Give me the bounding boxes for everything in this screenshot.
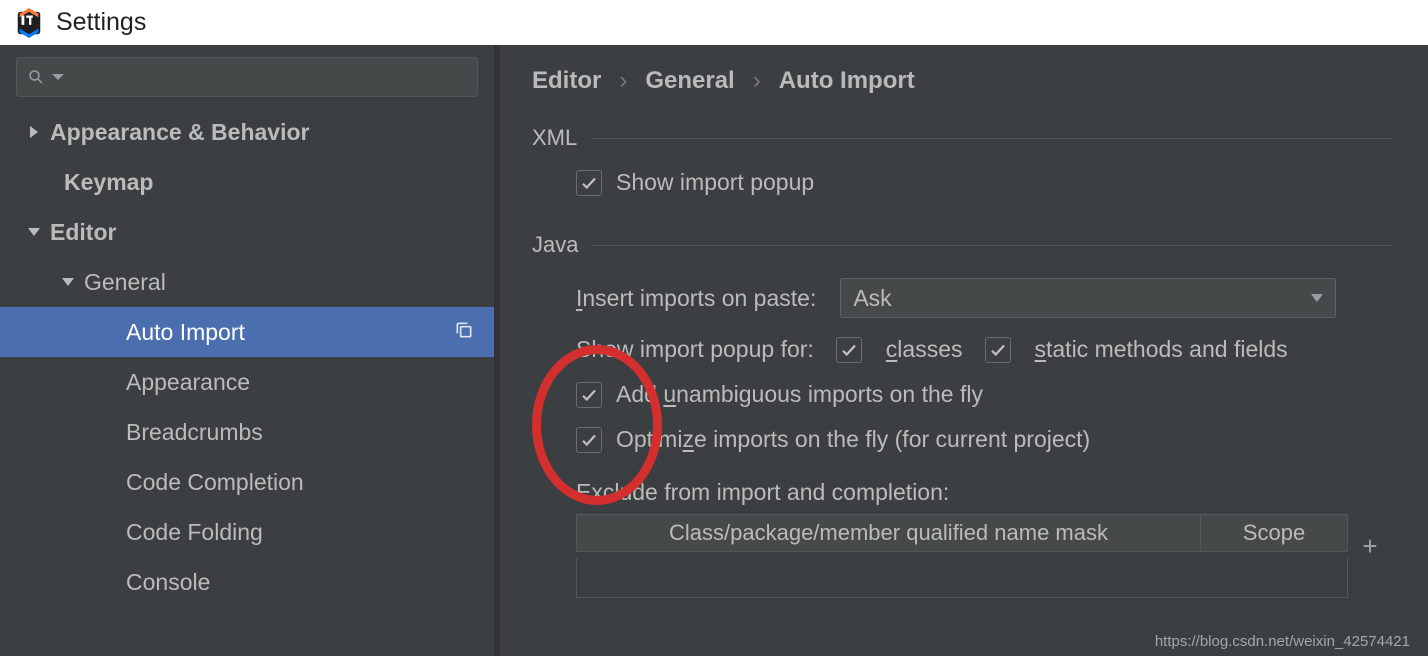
sidebar-item-code-folding[interactable]: Code Folding	[0, 507, 494, 557]
sidebar-item-label: Appearance	[126, 369, 250, 396]
static-label: static methods and fields	[1035, 336, 1288, 363]
sidebar-item-code-completion[interactable]: Code Completion	[0, 457, 494, 507]
sidebar-item-label: General	[84, 269, 166, 296]
exclude-table: Class/package/member qualified name mask…	[576, 514, 1392, 558]
sidebar-item-label: Breadcrumbs	[126, 419, 263, 446]
xml-show-import-popup-row: Show import popup	[532, 169, 1392, 196]
insert-imports-row: Insert imports on paste: Ask	[532, 278, 1392, 318]
show-popup-for-label: Show import popup for:	[576, 336, 814, 363]
check-icon	[580, 431, 598, 449]
breadcrumb-auto-import: Auto Import	[779, 67, 915, 95]
insert-imports-select[interactable]: Ask	[840, 278, 1336, 318]
app-icon	[14, 8, 44, 38]
breadcrumb-general[interactable]: General	[645, 67, 734, 95]
classes-check-wrap: classes	[836, 336, 963, 363]
add-unambiguous-label: Add unambiguous imports on the fly	[616, 381, 983, 408]
section-label: XML	[532, 125, 577, 151]
add-button[interactable]: +	[1348, 524, 1392, 568]
check-icon	[580, 386, 598, 404]
divider	[591, 138, 1392, 139]
sidebar-item-label: Keymap	[64, 169, 153, 196]
sidebar-item-label: Appearance & Behavior	[50, 119, 309, 146]
sidebar-item-auto-import[interactable]: Auto Import	[0, 307, 494, 357]
chevron-down-icon	[28, 228, 40, 236]
sidebar-item-label: Console	[126, 569, 210, 596]
section-xml: XML	[532, 125, 1392, 151]
optimize-imports-row: Optimize imports on the fly (for current…	[532, 426, 1392, 453]
checkbox-static[interactable]	[985, 337, 1011, 363]
section-java: Java	[532, 232, 1392, 258]
sidebar-item-appearance-behavior[interactable]: Appearance & Behavior	[0, 107, 494, 157]
sidebar-item-appearance[interactable]: Appearance	[0, 357, 494, 407]
settings-content: Editor › General › Auto Import XML Show …	[500, 45, 1428, 656]
column-name[interactable]: Class/package/member qualified name mask	[576, 514, 1200, 552]
search-icon	[27, 68, 45, 86]
column-scope[interactable]: Scope	[1200, 514, 1348, 552]
chevron-down-icon	[62, 278, 74, 286]
search-input[interactable]	[71, 66, 467, 89]
sidebar-item-label: Auto Import	[126, 319, 245, 346]
checkbox-classes[interactable]	[836, 337, 862, 363]
show-import-popup-for-row: Show import popup for: classes static me…	[532, 336, 1392, 363]
watermark: https://blog.csdn.net/weixin_42574421	[1155, 633, 1410, 650]
exclude-label: Exclude from import and completion:	[576, 479, 949, 506]
titlebar: Settings	[0, 0, 1428, 45]
sidebar-item-label: Code Folding	[126, 519, 263, 546]
search-box[interactable]	[16, 57, 478, 97]
table-body[interactable]	[576, 558, 1348, 598]
check-icon	[840, 341, 858, 359]
classes-label: classes	[886, 336, 963, 363]
table-header: Class/package/member qualified name mask…	[576, 514, 1348, 558]
sidebar-item-general[interactable]: General	[0, 257, 494, 307]
divider	[592, 245, 1392, 246]
sidebar-item-keymap[interactable]: Keymap	[0, 157, 494, 207]
static-check-wrap: static methods and fields	[985, 336, 1288, 363]
sidebar-item-console[interactable]: Console	[0, 557, 494, 607]
chevron-right-icon: ›	[753, 67, 761, 95]
sidebar-item-label: Editor	[50, 219, 116, 246]
chevron-right-icon	[30, 126, 38, 138]
exclude-label-row: Exclude from import and completion:	[532, 479, 1392, 506]
sidebar-item-editor[interactable]: Editor	[0, 207, 494, 257]
checkbox-optimize-imports[interactable]	[576, 427, 602, 453]
breadcrumb: Editor › General › Auto Import	[532, 67, 1392, 95]
add-unambiguous-row: Add unambiguous imports on the fly	[532, 381, 1392, 408]
section-label: Java	[532, 232, 578, 258]
chevron-right-icon: ›	[619, 67, 627, 95]
sidebar-item-breadcrumbs[interactable]: Breadcrumbs	[0, 407, 494, 457]
copy-settings-icon[interactable]	[454, 319, 474, 346]
optimize-imports-label: Optimize imports on the fly (for current…	[616, 426, 1090, 453]
breadcrumb-editor[interactable]: Editor	[532, 67, 601, 95]
settings-tree: Appearance & Behavior Keymap Editor Gene…	[0, 107, 494, 656]
checkbox-xml-show-popup[interactable]	[576, 170, 602, 196]
settings-sidebar: Appearance & Behavior Keymap Editor Gene…	[0, 45, 494, 656]
window-title: Settings	[56, 8, 146, 37]
check-icon	[580, 174, 598, 192]
insert-imports-label: Insert imports on paste:	[576, 285, 816, 312]
sidebar-item-label: Code Completion	[126, 469, 304, 496]
chevron-down-icon	[1311, 294, 1323, 302]
xml-show-popup-label: Show import popup	[616, 169, 814, 196]
check-icon	[989, 341, 1007, 359]
chevron-down-icon	[49, 68, 67, 86]
select-value: Ask	[853, 285, 891, 312]
checkbox-add-unambiguous[interactable]	[576, 382, 602, 408]
